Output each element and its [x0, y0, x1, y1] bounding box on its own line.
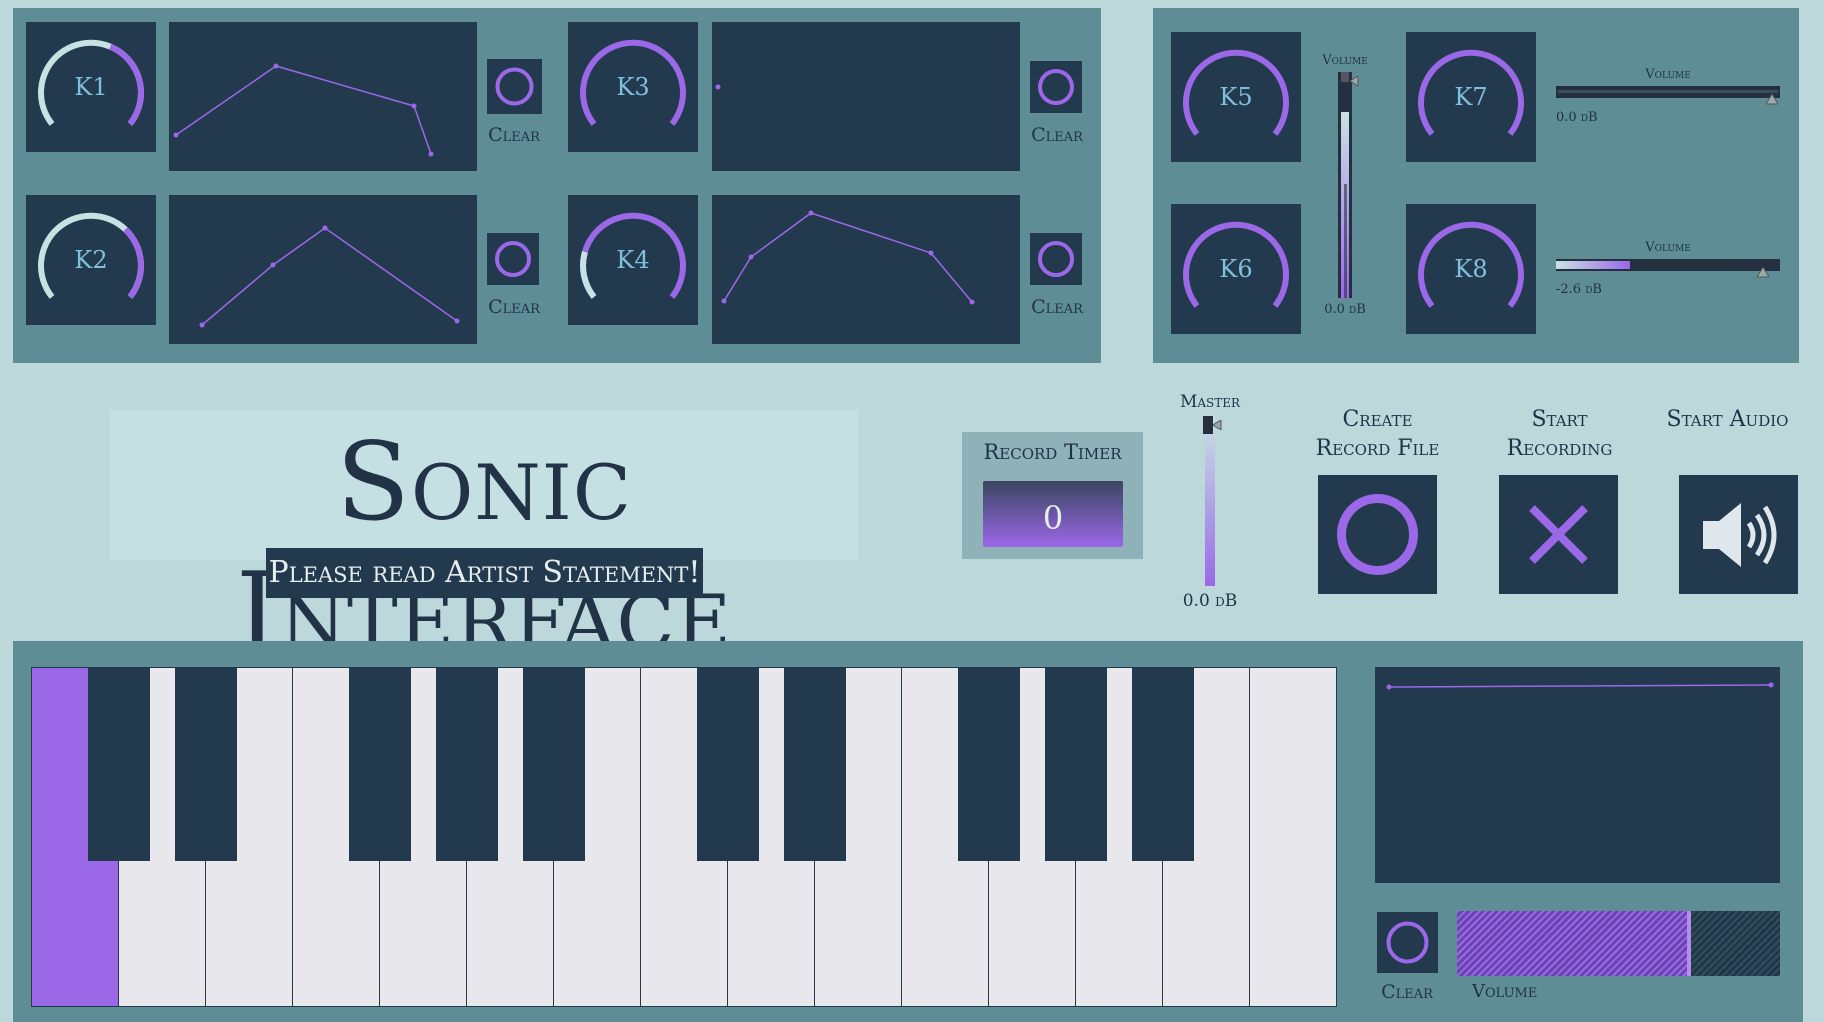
volume-label-keyboard: Volume — [1472, 981, 1538, 1002]
master-readout: 0.0 dB — [1182, 591, 1238, 611]
volume-label-vertical: Volume — [1322, 53, 1368, 68]
knob-k4-label: K4 — [616, 246, 650, 274]
piano-key-black[interactable] — [349, 668, 411, 861]
keyboard-envelope-editor[interactable] — [1375, 667, 1780, 883]
master-volume-slider[interactable] — [1203, 416, 1222, 586]
piano-key-black[interactable] — [784, 668, 846, 861]
knob-k7[interactable]: K7 — [1406, 32, 1536, 162]
knob-k4[interactable]: K4 — [568, 195, 698, 325]
record-timer-display: 0 — [983, 481, 1123, 547]
envelope-editor-1[interactable] — [169, 22, 477, 171]
keyboard-envelope-curve — [1386, 682, 1774, 690]
knob-k3-label: K3 — [616, 73, 650, 101]
circle-icon — [1038, 69, 1074, 105]
knob-k1[interactable]: K1 — [26, 22, 156, 152]
start-recording-button[interactable] — [1499, 475, 1618, 594]
knob-k7-label: K7 — [1454, 83, 1488, 111]
knob-k3[interactable]: K3 — [568, 22, 698, 152]
envelope-curve-4 — [721, 210, 975, 305]
piano-key-black[interactable] — [436, 668, 498, 861]
piano-key-black[interactable] — [958, 668, 1020, 861]
clear-label-keyboard: Clear — [1381, 981, 1433, 1003]
clear-button-4[interactable] — [1030, 233, 1082, 285]
volume-label-h2: Volume — [1645, 240, 1691, 255]
clear-label-3: Clear — [1031, 124, 1083, 146]
knob-k5[interactable]: K5 — [1171, 32, 1301, 162]
piano-key-white[interactable] — [1250, 668, 1336, 1006]
master-label: Master — [1179, 392, 1241, 412]
envelope-curve-3 — [715, 84, 721, 90]
piano-key-black[interactable] — [697, 668, 759, 861]
piano-key-black[interactable] — [523, 668, 585, 861]
clear-label-2: Clear — [488, 296, 540, 318]
piano-key-black[interactable] — [175, 668, 237, 861]
circle-icon — [1337, 494, 1418, 575]
envelope-editor-3[interactable] — [712, 22, 1020, 171]
slider-handle-icon — [1757, 267, 1769, 278]
knob-k2[interactable]: K2 — [26, 195, 156, 325]
circle-icon — [495, 67, 534, 106]
envelope-editor-4[interactable] — [712, 195, 1020, 344]
volume-readout-vertical: 0.0 dB — [1324, 302, 1366, 317]
speaker-icon — [1703, 503, 1777, 567]
knob-k2-label: K2 — [74, 246, 108, 274]
horizontal-volume-slider-2[interactable] — [1556, 259, 1780, 278]
volume-label-h1: Volume — [1645, 67, 1691, 82]
piano-key-black[interactable] — [1132, 668, 1194, 861]
start-audio-button[interactable] — [1679, 475, 1798, 594]
piano-key-black[interactable] — [88, 668, 150, 861]
knob-k5-label: K5 — [1219, 83, 1253, 111]
envelope-editor-2[interactable] — [169, 195, 477, 344]
circle-icon — [1038, 241, 1074, 277]
vertical-volume-slider[interactable] — [1338, 72, 1359, 298]
knob-k6-label: K6 — [1219, 255, 1253, 283]
clear-label-1: Clear — [488, 124, 540, 146]
start-recording-label: Start Recording — [1506, 407, 1613, 461]
slider-handle-icon — [1350, 76, 1359, 86]
artist-statement-link[interactable]: Please read Artist Statement! — [266, 548, 703, 598]
start-audio-label: Start Audio — [1666, 407, 1789, 432]
volume-readout-h2: -2.6 dB — [1556, 282, 1602, 297]
circle-icon — [1386, 921, 1429, 964]
envelope-curve-1 — [173, 63, 434, 157]
envelope-curve-2 — [199, 225, 460, 328]
close-icon — [1529, 505, 1588, 564]
piano-key-black[interactable] — [1045, 668, 1107, 861]
create-record-file-button[interactable] — [1318, 475, 1437, 594]
clear-button-3[interactable] — [1030, 61, 1082, 113]
slider-handle-icon — [1213, 420, 1222, 430]
clear-button-2[interactable] — [487, 233, 539, 285]
create-record-file-label: Create Record File — [1315, 407, 1440, 461]
clear-button-1[interactable] — [487, 59, 542, 114]
knob-k1-label: K1 — [74, 73, 108, 101]
clear-label-4: Clear — [1031, 296, 1083, 318]
knob-k8-label: K8 — [1454, 255, 1488, 283]
horizontal-volume-slider-1[interactable] — [1556, 86, 1780, 105]
record-timer-label: Record Timer — [983, 440, 1122, 464]
clear-button-keyboard[interactable] — [1377, 912, 1438, 973]
volume-readout-h1: 0.0 dB — [1556, 110, 1598, 125]
piano-keyboard[interactable] — [31, 667, 1337, 1007]
keyboard-volume-slider[interactable] — [1457, 911, 1780, 976]
slider-handle-icon — [1766, 94, 1778, 105]
knob-k8[interactable]: K8 — [1406, 204, 1536, 334]
circle-icon — [495, 241, 531, 277]
knob-k6[interactable]: K6 — [1171, 204, 1301, 334]
